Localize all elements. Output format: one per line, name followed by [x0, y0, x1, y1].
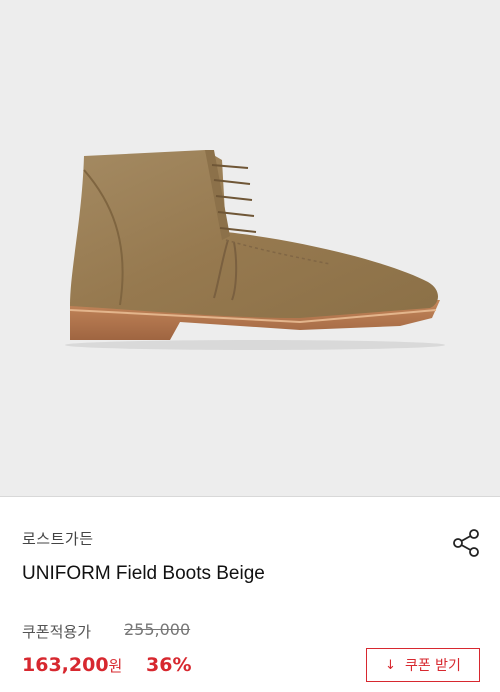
coupon-price-label: 쿠폰적용가 [22, 623, 92, 641]
share-icon[interactable] [452, 528, 482, 558]
sale-price-value: 163,200 [22, 654, 109, 676]
currency-label: 원 [108, 657, 123, 675]
brand-name[interactable]: 로스트가든 [22, 528, 94, 549]
divider [0, 496, 500, 497]
discount-rate: 36% [146, 654, 192, 676]
download-icon: ↓ [385, 657, 396, 673]
original-price: 255,000 [124, 620, 191, 639]
product-image [0, 0, 500, 496]
boot-shadow [65, 340, 445, 350]
coupon-button-label: 쿠폰 받기 [404, 658, 461, 674]
coupon-download-button[interactable]: ↓ 쿠폰 받기 [366, 648, 480, 682]
boot-illustration [65, 150, 445, 350]
sale-price: 163,200원 [22, 654, 122, 676]
boot-upper [70, 150, 438, 318]
product-title: UNIFORM Field Boots Beige [22, 563, 265, 584]
